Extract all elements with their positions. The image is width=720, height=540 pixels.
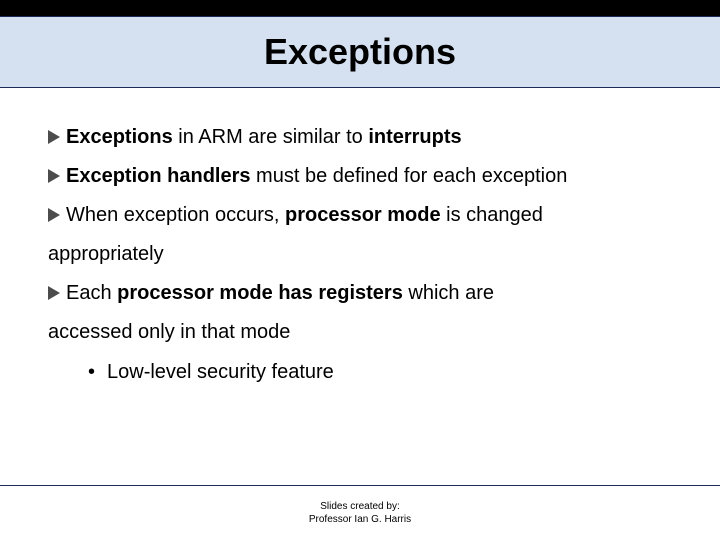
- slide: Exceptions Exceptions in ARM are similar…: [0, 0, 720, 540]
- slide-title: Exceptions: [264, 31, 456, 73]
- footer-divider: [0, 485, 720, 486]
- footer-line-1: Slides created by:: [0, 500, 720, 513]
- content-area: Exceptions in ARM are similar to interru…: [0, 88, 720, 392]
- top-black-bar: [0, 0, 720, 16]
- footer: Slides created by: Professor Ian G. Harr…: [0, 500, 720, 526]
- arrow-icon: [48, 208, 60, 222]
- bullet-item-2: Exception handlers must be defined for e…: [48, 157, 672, 196]
- bullet-text: When exception occurs,: [66, 204, 285, 226]
- arrow-icon: [48, 169, 60, 183]
- bullet-text: Low-level security feature: [107, 361, 334, 383]
- bullet-item-3: When exception occurs, processor mode is…: [48, 196, 672, 235]
- bullet-text: appropriately: [48, 243, 164, 265]
- bullet-text: Exceptions: [66, 126, 173, 148]
- bullet-item-1: Exceptions in ARM are similar to interru…: [48, 118, 672, 157]
- bullet-text: interrupts: [368, 126, 461, 148]
- bullet-text: Exception handlers: [66, 165, 251, 187]
- bullet-text: accessed only in that mode: [48, 321, 290, 343]
- bullet-item-3-cont: appropriately: [48, 235, 672, 274]
- bullet-text: must be defined for each exception: [251, 165, 568, 187]
- dot-icon: •: [88, 352, 95, 392]
- bullet-item-4: Each processor mode has registers which …: [48, 274, 672, 313]
- bullet-item-4-cont: accessed only in that mode: [48, 313, 672, 352]
- sub-bullet-item-1: • Low-level security feature: [48, 352, 672, 392]
- bullet-text: Each: [66, 282, 117, 304]
- bullet-text: which are: [403, 282, 494, 304]
- bullet-text: processor mode: [285, 204, 441, 226]
- bullet-text: processor mode has registers: [117, 282, 403, 304]
- arrow-icon: [48, 130, 60, 144]
- bullet-text: in ARM are similar to: [173, 126, 369, 148]
- arrow-icon: [48, 286, 60, 300]
- title-band: Exceptions: [0, 16, 720, 88]
- bullet-text: is changed: [441, 204, 543, 226]
- footer-line-2: Professor Ian G. Harris: [0, 513, 720, 526]
